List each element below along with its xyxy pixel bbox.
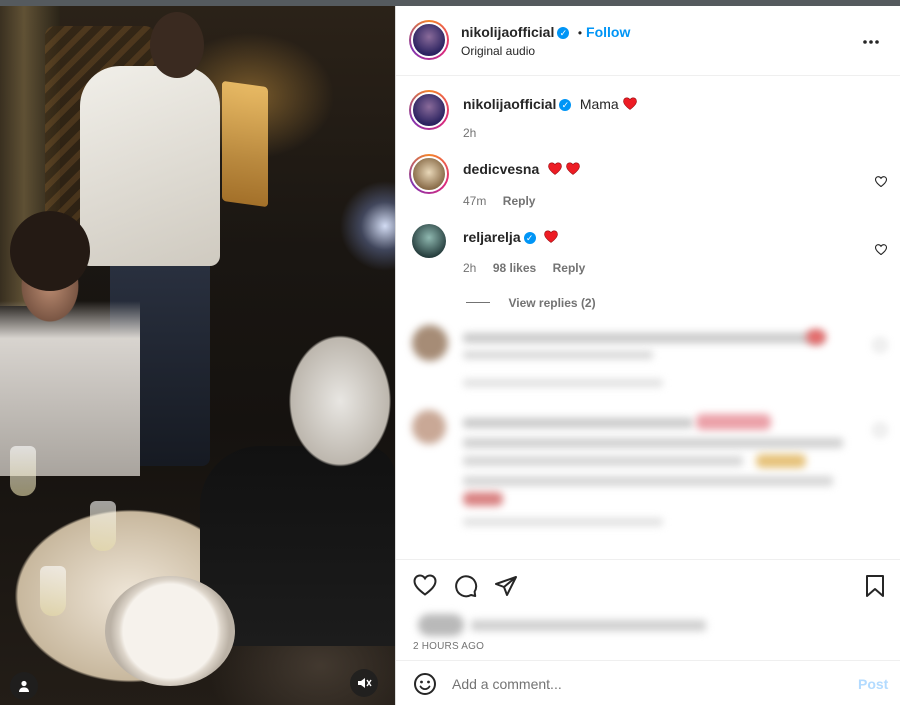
blurred-emoji — [463, 492, 503, 506]
user-tag-icon[interactable] — [10, 672, 38, 700]
verified-badge-icon: ✓ — [557, 26, 570, 39]
like-comment-heart-icon[interactable] — [874, 424, 886, 436]
author-avatar[interactable] — [409, 20, 449, 60]
heart-icon[interactable] — [413, 574, 437, 601]
woman-hair — [10, 211, 90, 291]
comment-username[interactable]: dedicvesna — [463, 161, 539, 177]
heart-emoji-icon — [566, 161, 580, 178]
like-comment-heart-icon[interactable] — [874, 174, 888, 188]
more-horizontal-icon[interactable] — [862, 32, 880, 50]
comment-username[interactable]: reljarelja — [463, 229, 521, 245]
post-actions: 2 HOURS AGO — [396, 559, 900, 659]
author-username[interactable]: nikolijaofficial — [461, 24, 554, 40]
person-standing-head — [150, 12, 204, 78]
like-comment-heart-icon[interactable] — [874, 339, 886, 351]
blurred-emoji — [756, 454, 806, 468]
wine-glass — [40, 566, 66, 616]
verified-badge-icon: ✓ — [559, 98, 572, 111]
blurred-text — [463, 438, 843, 448]
comment-time: 2h — [463, 261, 477, 275]
view-replies-button[interactable]: View replies (2) — [466, 294, 596, 312]
comment-time: 47m — [463, 194, 487, 208]
audio-label[interactable]: Original audio — [461, 44, 535, 58]
liked-by-avatars-blurred[interactable] — [418, 614, 464, 636]
post-caption: nikolijaofficial ✓ Mama 2h — [396, 88, 900, 148]
blurred-text — [463, 333, 823, 343]
reply-button[interactable]: Reply — [553, 261, 586, 275]
liked-by-text-blurred[interactable] — [471, 620, 706, 631]
view-replies-label[interactable]: View replies (2) — [508, 296, 595, 310]
follow-button[interactable]: Follow — [586, 24, 630, 40]
share-icon[interactable] — [494, 574, 518, 603]
blurred-text — [463, 418, 693, 428]
comment-item: reljarelja ✓ 2h 98 likes Reply View repli… — [396, 222, 900, 312]
seated-woman-hair — [270, 331, 395, 501]
blurred-emoji — [806, 329, 826, 345]
heart-emoji-icon — [547, 161, 562, 178]
caption-text: Mama — [579, 96, 619, 112]
caption-username[interactable]: nikolijaofficial — [463, 96, 556, 112]
heart-emoji-icon — [544, 229, 558, 246]
blurred-emoji — [696, 414, 771, 430]
post-details-panel: nikolijaofficial ✓ • Follow Original audio… — [395, 6, 900, 705]
blurred-meta — [463, 518, 663, 526]
commenter-avatar[interactable] — [412, 224, 446, 258]
author-avatar[interactable] — [409, 90, 449, 130]
blurred-text — [463, 351, 653, 359]
emoji-icon[interactable] — [413, 672, 437, 701]
mute-icon[interactable] — [350, 669, 378, 697]
wine-glass — [90, 501, 116, 551]
comment-likes[interactable]: 98 likes — [493, 261, 536, 275]
add-comment-input[interactable] — [452, 673, 832, 695]
blurred-text — [463, 456, 743, 466]
background-lamp — [222, 80, 268, 208]
add-comment-bar: Post — [396, 660, 900, 705]
wine-glass — [10, 446, 36, 496]
heart-emoji-icon — [623, 96, 637, 113]
post-comment-button[interactable]: Post — [858, 676, 888, 692]
comment-icon[interactable] — [454, 574, 478, 603]
plate — [105, 576, 235, 686]
commenter-avatar[interactable] — [412, 410, 446, 444]
blurred-meta — [463, 379, 663, 387]
commenter-avatar[interactable] — [412, 325, 448, 361]
post-media-video[interactable] — [0, 6, 395, 705]
view-replies-line — [466, 302, 490, 304]
verified-badge-icon: ✓ — [523, 231, 536, 244]
separator-dot: • — [577, 26, 583, 40]
like-comment-heart-icon[interactable] — [874, 242, 888, 256]
caption-time: 2h — [463, 126, 477, 140]
comment-item-blurred — [396, 406, 900, 536]
comment-item: dedicvesna 47m Reply — [396, 154, 900, 216]
post-header: nikolijaofficial ✓ • Follow Original audio — [396, 6, 900, 76]
comment-item-blurred — [396, 321, 900, 401]
blurred-text — [463, 476, 833, 486]
bookmark-icon[interactable] — [864, 574, 886, 603]
commenter-avatar[interactable] — [409, 154, 449, 194]
reply-button[interactable]: Reply — [503, 194, 536, 208]
post-timestamp[interactable]: 2 HOURS AGO — [413, 641, 484, 652]
